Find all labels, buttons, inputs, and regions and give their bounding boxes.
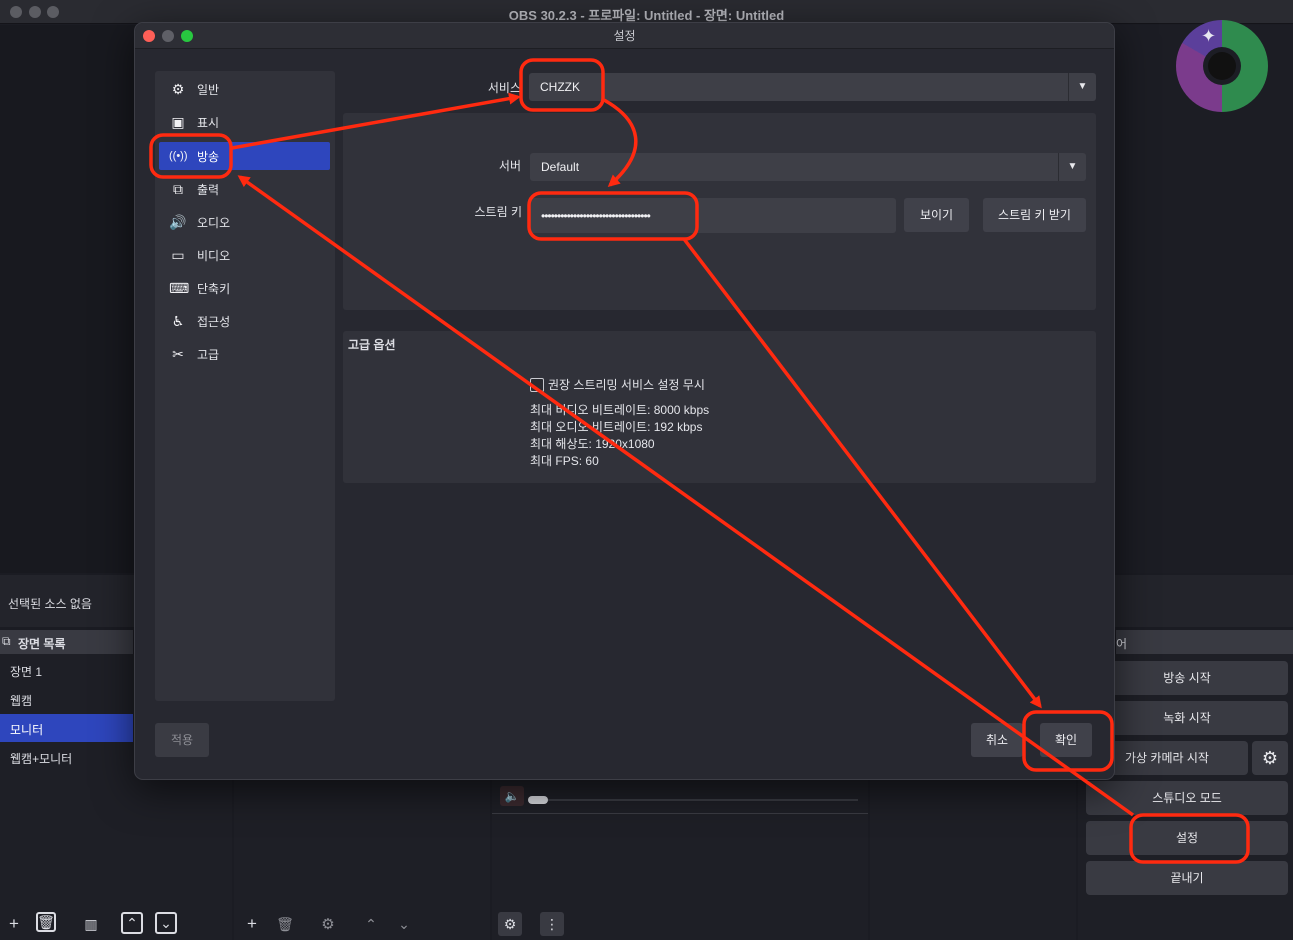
- highlight-stream-tab: [149, 133, 233, 179]
- highlight-settings-button: [1129, 813, 1250, 864]
- highlight-ok-button: [1022, 710, 1114, 772]
- highlight-service: [519, 58, 605, 112]
- arrow-service-to-key: [603, 98, 638, 187]
- highlight-stream-key: [527, 191, 699, 241]
- arrow-key-to-ok: [682, 237, 1042, 709]
- arrow-stream-to-service: [231, 92, 521, 150]
- arrow-settings-to-stream: [237, 175, 1135, 817]
- annotation-overlay: [149, 58, 1250, 864]
